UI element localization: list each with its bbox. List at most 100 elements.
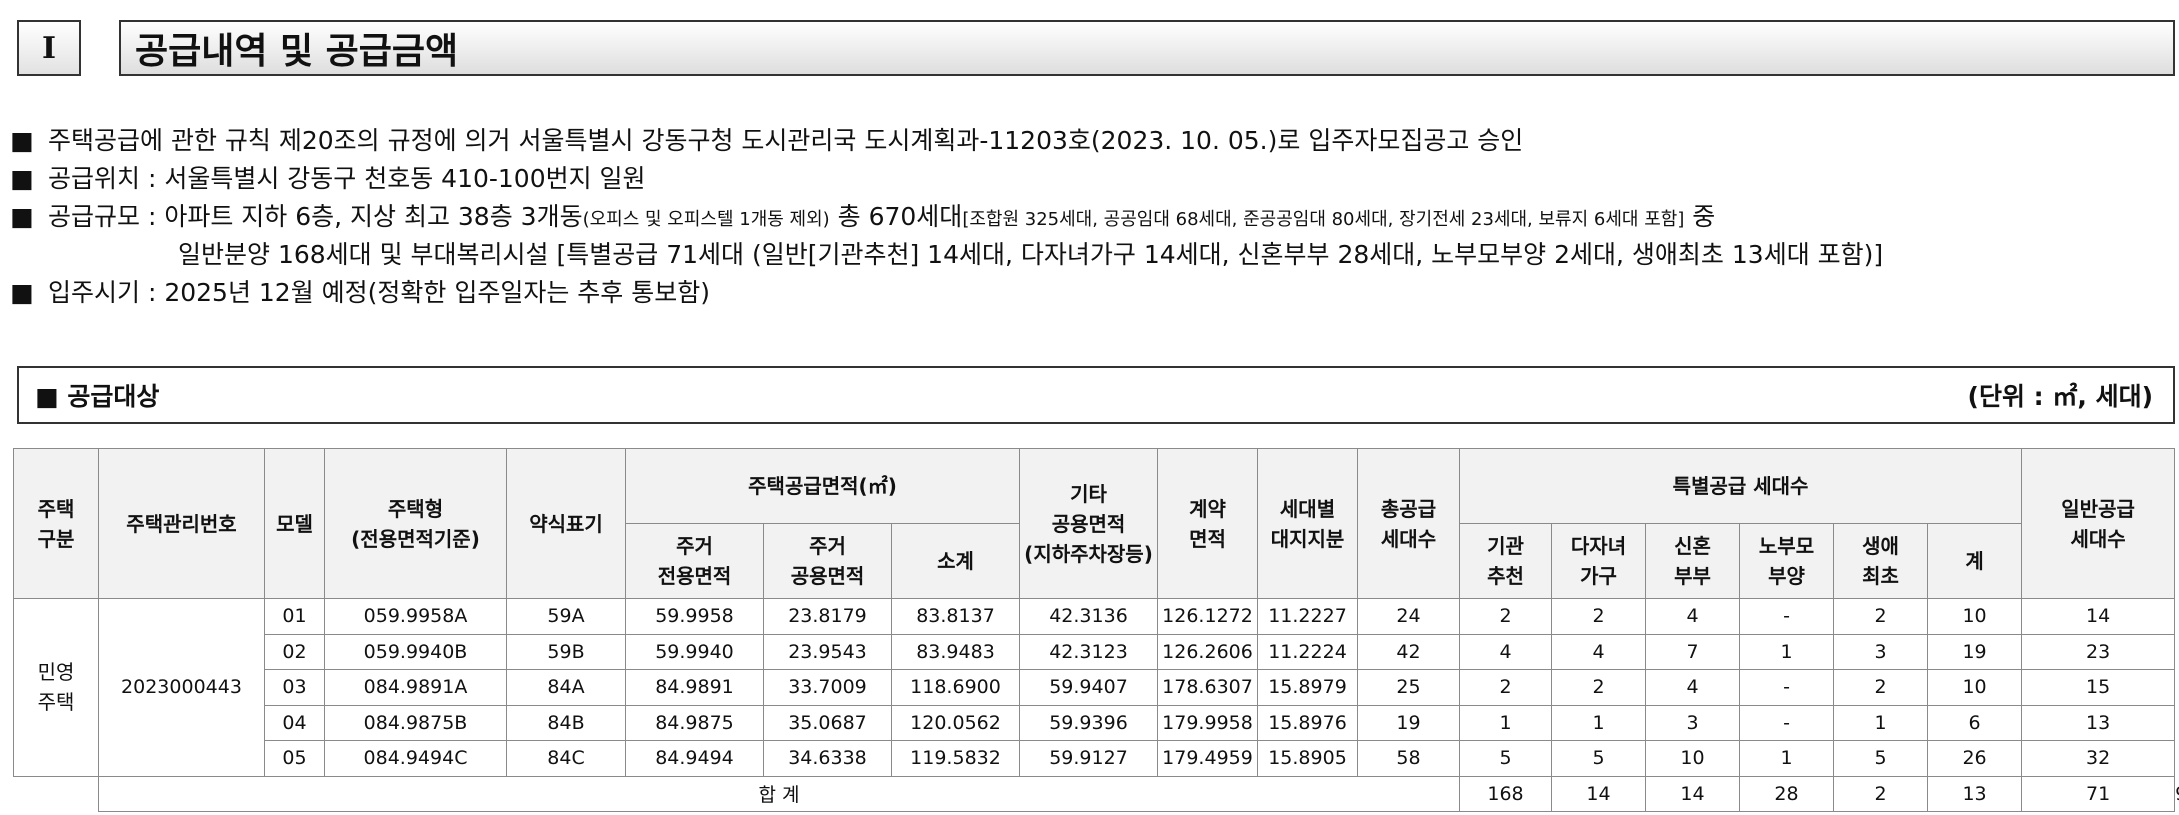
bullet-scale-total: 총 670세대 bbox=[829, 202, 963, 231]
table-cell: 3 bbox=[1645, 704, 1741, 741]
table-cell: - bbox=[1739, 669, 1835, 706]
table-cell: 6 bbox=[1927, 704, 2023, 741]
unit-label: (단위 : ㎡, 세대) bbox=[1967, 382, 2153, 411]
bullet-scale-text: 공급규모 : 아파트 지하 6층, 지상 최고 38층 3개동 bbox=[48, 202, 583, 231]
table-cell: 23 bbox=[2021, 633, 2176, 670]
table-cell: - bbox=[1739, 704, 1835, 741]
table-cell: 13 bbox=[2021, 704, 2176, 741]
bullet-mark: ■ bbox=[10, 126, 34, 155]
bullet-location-text: 공급위치 : 서울특별시 강동구 천호동 410-100번지 일원 bbox=[48, 164, 646, 193]
table-cell: 4 bbox=[1645, 669, 1741, 706]
blank-cell bbox=[13, 775, 99, 812]
table-cell: 1 bbox=[1739, 633, 1835, 670]
mgmt-no-cell: 2023000443 bbox=[98, 598, 265, 777]
col-other-common: 기타 공용면적 (지하주차장등) bbox=[1019, 448, 1159, 599]
table-cell: 34.6338 bbox=[763, 740, 892, 777]
col-model: 모델 bbox=[264, 448, 325, 599]
table-cell: 4 bbox=[1645, 598, 1741, 635]
table-row: 02 059.9940B 59B 59.9940 23.9543 83.9483… bbox=[14, 633, 2176, 670]
table-cell: 1 bbox=[1551, 704, 1647, 741]
total-cell: 13 bbox=[1927, 775, 2023, 812]
table-row: 03 084.9891A 84A 84.9891 33.7009 118.690… bbox=[14, 669, 2176, 706]
table-cell: 25 bbox=[1357, 669, 1461, 706]
table-total-row: 합 계 168 14 14 28 2 13 71 97 bbox=[13, 775, 2179, 812]
table-cell: 42.3123 bbox=[1019, 633, 1159, 670]
table-cell: 084.9494C bbox=[324, 740, 507, 777]
col-housing-type: 주택 구분 bbox=[13, 448, 99, 599]
col-contract-area: 계약 면적 bbox=[1157, 448, 1259, 599]
table-cell: 1 bbox=[1459, 704, 1553, 741]
table-cell: 2 bbox=[1459, 669, 1553, 706]
bullet-scale-end: 중 bbox=[1684, 202, 1716, 231]
table-cell: 084.9875B bbox=[324, 704, 507, 741]
table-cell: 2 bbox=[1551, 598, 1647, 635]
table-cell: 179.4959 bbox=[1157, 740, 1259, 777]
col-res-common: 주거 공용면적 bbox=[763, 523, 892, 599]
table-cell: 03 bbox=[264, 669, 325, 706]
table-cell: 59.9940 bbox=[625, 633, 764, 670]
col-special-supply: 특별공급 세대수 bbox=[1459, 448, 2023, 524]
col-sp-total: 계 bbox=[1927, 523, 2023, 599]
bullet-scale-line2: 일반분양 168세대 및 부대복리시설 [특별공급 71세대 (일반[기관추천]… bbox=[178, 240, 1884, 269]
table-cell: 26 bbox=[1927, 740, 2023, 777]
bullet-movein-text: 입주시기 : 2025년 12월 예정(정확한 입주일자는 추후 통보함) bbox=[48, 278, 710, 307]
table-cell: - bbox=[1739, 598, 1835, 635]
col-first: 생애 최초 bbox=[1833, 523, 1929, 599]
table-cell: 10 bbox=[1927, 598, 2023, 635]
table-cell: 04 bbox=[264, 704, 325, 741]
col-supply-area: 주택공급면적(㎡) bbox=[624, 448, 1021, 524]
bullet-mark: ■ bbox=[10, 202, 34, 231]
table-cell: 15.8905 bbox=[1257, 740, 1359, 777]
table-cell: 5 bbox=[1459, 740, 1553, 777]
table-cell: 126.2606 bbox=[1157, 633, 1259, 670]
table-cell: 119.5832 bbox=[890, 740, 1021, 777]
col-multi: 다자녀 가구 bbox=[1551, 523, 1647, 599]
col-total-units: 총공급 세대수 bbox=[1357, 448, 1461, 599]
table-cell: 120.0562 bbox=[890, 704, 1021, 741]
section-number: I bbox=[17, 20, 81, 76]
table-cell: 2 bbox=[1459, 598, 1553, 635]
table-cell: 14 bbox=[2021, 598, 2176, 635]
table-cell: 5 bbox=[1551, 740, 1647, 777]
col-general-supply: 일반공급 세대수 bbox=[2021, 448, 2176, 599]
table-cell: 84B bbox=[506, 704, 626, 741]
table-cell: 2 bbox=[1833, 598, 1929, 635]
total-cell: 2 bbox=[1833, 775, 1929, 812]
table-cell: 83.8137 bbox=[890, 598, 1021, 635]
col-housing-form: 주택형 (전용면적기준) bbox=[324, 448, 507, 599]
bullet-approval: ■ 주택공급에 관한 규칙 제20조의 규정에 의거 서울특별시 강동구청 도시관… bbox=[10, 122, 1883, 160]
table-cell: 118.6900 bbox=[890, 669, 1021, 706]
table-cell: 10 bbox=[1927, 669, 2023, 706]
table-cell: 24 bbox=[1357, 598, 1461, 635]
col-subtotal: 소계 bbox=[890, 523, 1021, 599]
bullet-approval-text: 주택공급에 관한 규칙 제20조의 규정에 의거 서울특별시 강동구청 도시관리… bbox=[48, 126, 1524, 155]
announcement-bullets: ■ 주택공급에 관한 규칙 제20조의 규정에 의거 서울특별시 강동구청 도시관… bbox=[10, 122, 1883, 312]
table-cell: 4 bbox=[1551, 633, 1647, 670]
table-row: 04 084.9875B 84B 84.9875 35.0687 120.056… bbox=[14, 704, 2176, 741]
table-cell: 19 bbox=[1927, 633, 2023, 670]
table-cell: 05 bbox=[264, 740, 325, 777]
table-cell: 10 bbox=[1645, 740, 1741, 777]
table-cell: 84.9891 bbox=[625, 669, 764, 706]
table-row: 05 084.9494C 84C 84.9494 34.6338 119.583… bbox=[14, 740, 2176, 777]
table-cell: 84C bbox=[506, 740, 626, 777]
table-cell: 01 bbox=[264, 598, 325, 635]
table-cell: 15.8979 bbox=[1257, 669, 1359, 706]
table-cell: 42 bbox=[1357, 633, 1461, 670]
total-cell: 28 bbox=[1739, 775, 1835, 812]
section-title: 공급내역 및 공급금액 bbox=[119, 20, 2175, 76]
col-res-exclusive: 주거 전용면적 bbox=[625, 523, 764, 599]
bullet-mark: ■ bbox=[10, 278, 34, 307]
supply-target-header: ■ 공급대상 (단위 : ㎡, 세대) bbox=[17, 366, 2175, 424]
supply-table: 주택 구분 주택관리번호 모델 주택형 (전용면적기준) 약식표기 주택공급면적… bbox=[13, 448, 2179, 812]
table-cell: 59.9396 bbox=[1019, 704, 1159, 741]
table-cell: 3 bbox=[1833, 633, 1929, 670]
col-inst: 기관 추천 bbox=[1459, 523, 1553, 599]
housing-type-cell: 민영 주택 bbox=[13, 598, 99, 777]
table-cell: 59B bbox=[506, 633, 626, 670]
table-cell: 84.9875 bbox=[625, 704, 764, 741]
table-cell: 23.9543 bbox=[763, 633, 892, 670]
bullet-scale: ■ 공급규모 : 아파트 지하 6층, 지상 최고 38층 3개동(오피스 및 오… bbox=[10, 198, 1883, 236]
table-cell: 59.9407 bbox=[1019, 669, 1159, 706]
col-abbr: 약식표기 bbox=[506, 448, 626, 599]
